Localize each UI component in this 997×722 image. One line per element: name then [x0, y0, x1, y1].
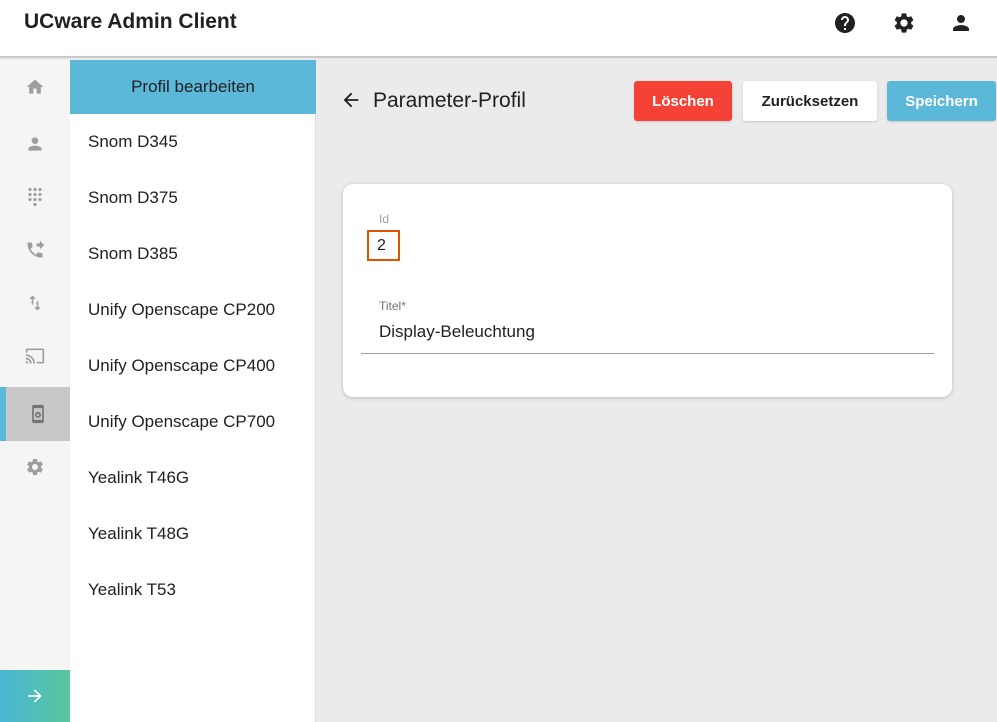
- rail-item-home[interactable]: [0, 60, 70, 114]
- rail-item-dialpad[interactable]: [0, 170, 70, 224]
- profile-list: Profil bearbeiten Snom D345 Snom D375 Sn…: [70, 60, 316, 722]
- main-content: Parameter-Profil Löschen Zurücksetzen Sp…: [317, 60, 997, 722]
- phone-forward-icon: [27, 240, 45, 258]
- list-item[interactable]: Snom D375: [70, 170, 315, 226]
- list-item[interactable]: Snom D385: [70, 226, 315, 282]
- reset-button[interactable]: Zurücksetzen: [743, 81, 877, 121]
- save-button[interactable]: Speichern: [887, 81, 996, 121]
- rail-item-provisioning[interactable]: [0, 329, 70, 383]
- device-settings-icon: [32, 404, 44, 424]
- list-item[interactable]: Yealink T53: [70, 562, 315, 618]
- profile-list-header: Profil bearbeiten: [70, 60, 316, 114]
- title-field-underline: [361, 353, 934, 354]
- user-icon: [28, 137, 42, 151]
- delete-button[interactable]: Löschen: [634, 81, 732, 121]
- title-field-label: Titel*: [379, 299, 406, 313]
- top-app-bar: UCware Admin Client: [0, 0, 997, 58]
- rail-item-transfer[interactable]: [0, 276, 70, 330]
- cast-icon: [25, 348, 45, 364]
- list-item[interactable]: Snom D345: [70, 114, 315, 170]
- user-icon[interactable]: [948, 10, 974, 36]
- list-item[interactable]: Unify Openscape CP700: [70, 394, 315, 450]
- gear-icon[interactable]: [891, 10, 917, 36]
- list-item[interactable]: Yealink T48G: [70, 506, 315, 562]
- title-field[interactable]: Display-Beleuchtung: [379, 322, 535, 342]
- home-icon: [26, 79, 44, 94]
- back-button[interactable]: [339, 88, 363, 112]
- rail-item-settings[interactable]: [0, 440, 70, 494]
- list-item[interactable]: Unify Openscape CP200: [70, 282, 315, 338]
- swap-vertical-icon: [29, 295, 41, 311]
- help-icon[interactable]: [832, 10, 858, 36]
- gear-icon: [27, 459, 43, 475]
- arrow-right-icon: [28, 689, 42, 703]
- rail-item-users[interactable]: [0, 117, 70, 171]
- list-item[interactable]: Unify Openscape CP400: [70, 338, 315, 394]
- expand-rail-button[interactable]: [0, 670, 70, 722]
- arrow-left-icon: [343, 92, 359, 108]
- id-label: Id: [379, 212, 390, 226]
- rail-item-forwarding[interactable]: [0, 223, 70, 277]
- profile-form-card: Id 2 Titel* Display-Beleuchtung: [343, 184, 952, 397]
- dialpad-icon: [28, 187, 42, 207]
- list-item[interactable]: Yealink T46G: [70, 450, 315, 506]
- page-title: Parameter-Profil: [373, 89, 526, 112]
- rail-item-device-profiles[interactable]: [0, 387, 70, 441]
- app-title: UCware Admin Client: [24, 10, 237, 33]
- id-value: 2: [367, 230, 400, 261]
- nav-rail: [0, 60, 70, 722]
